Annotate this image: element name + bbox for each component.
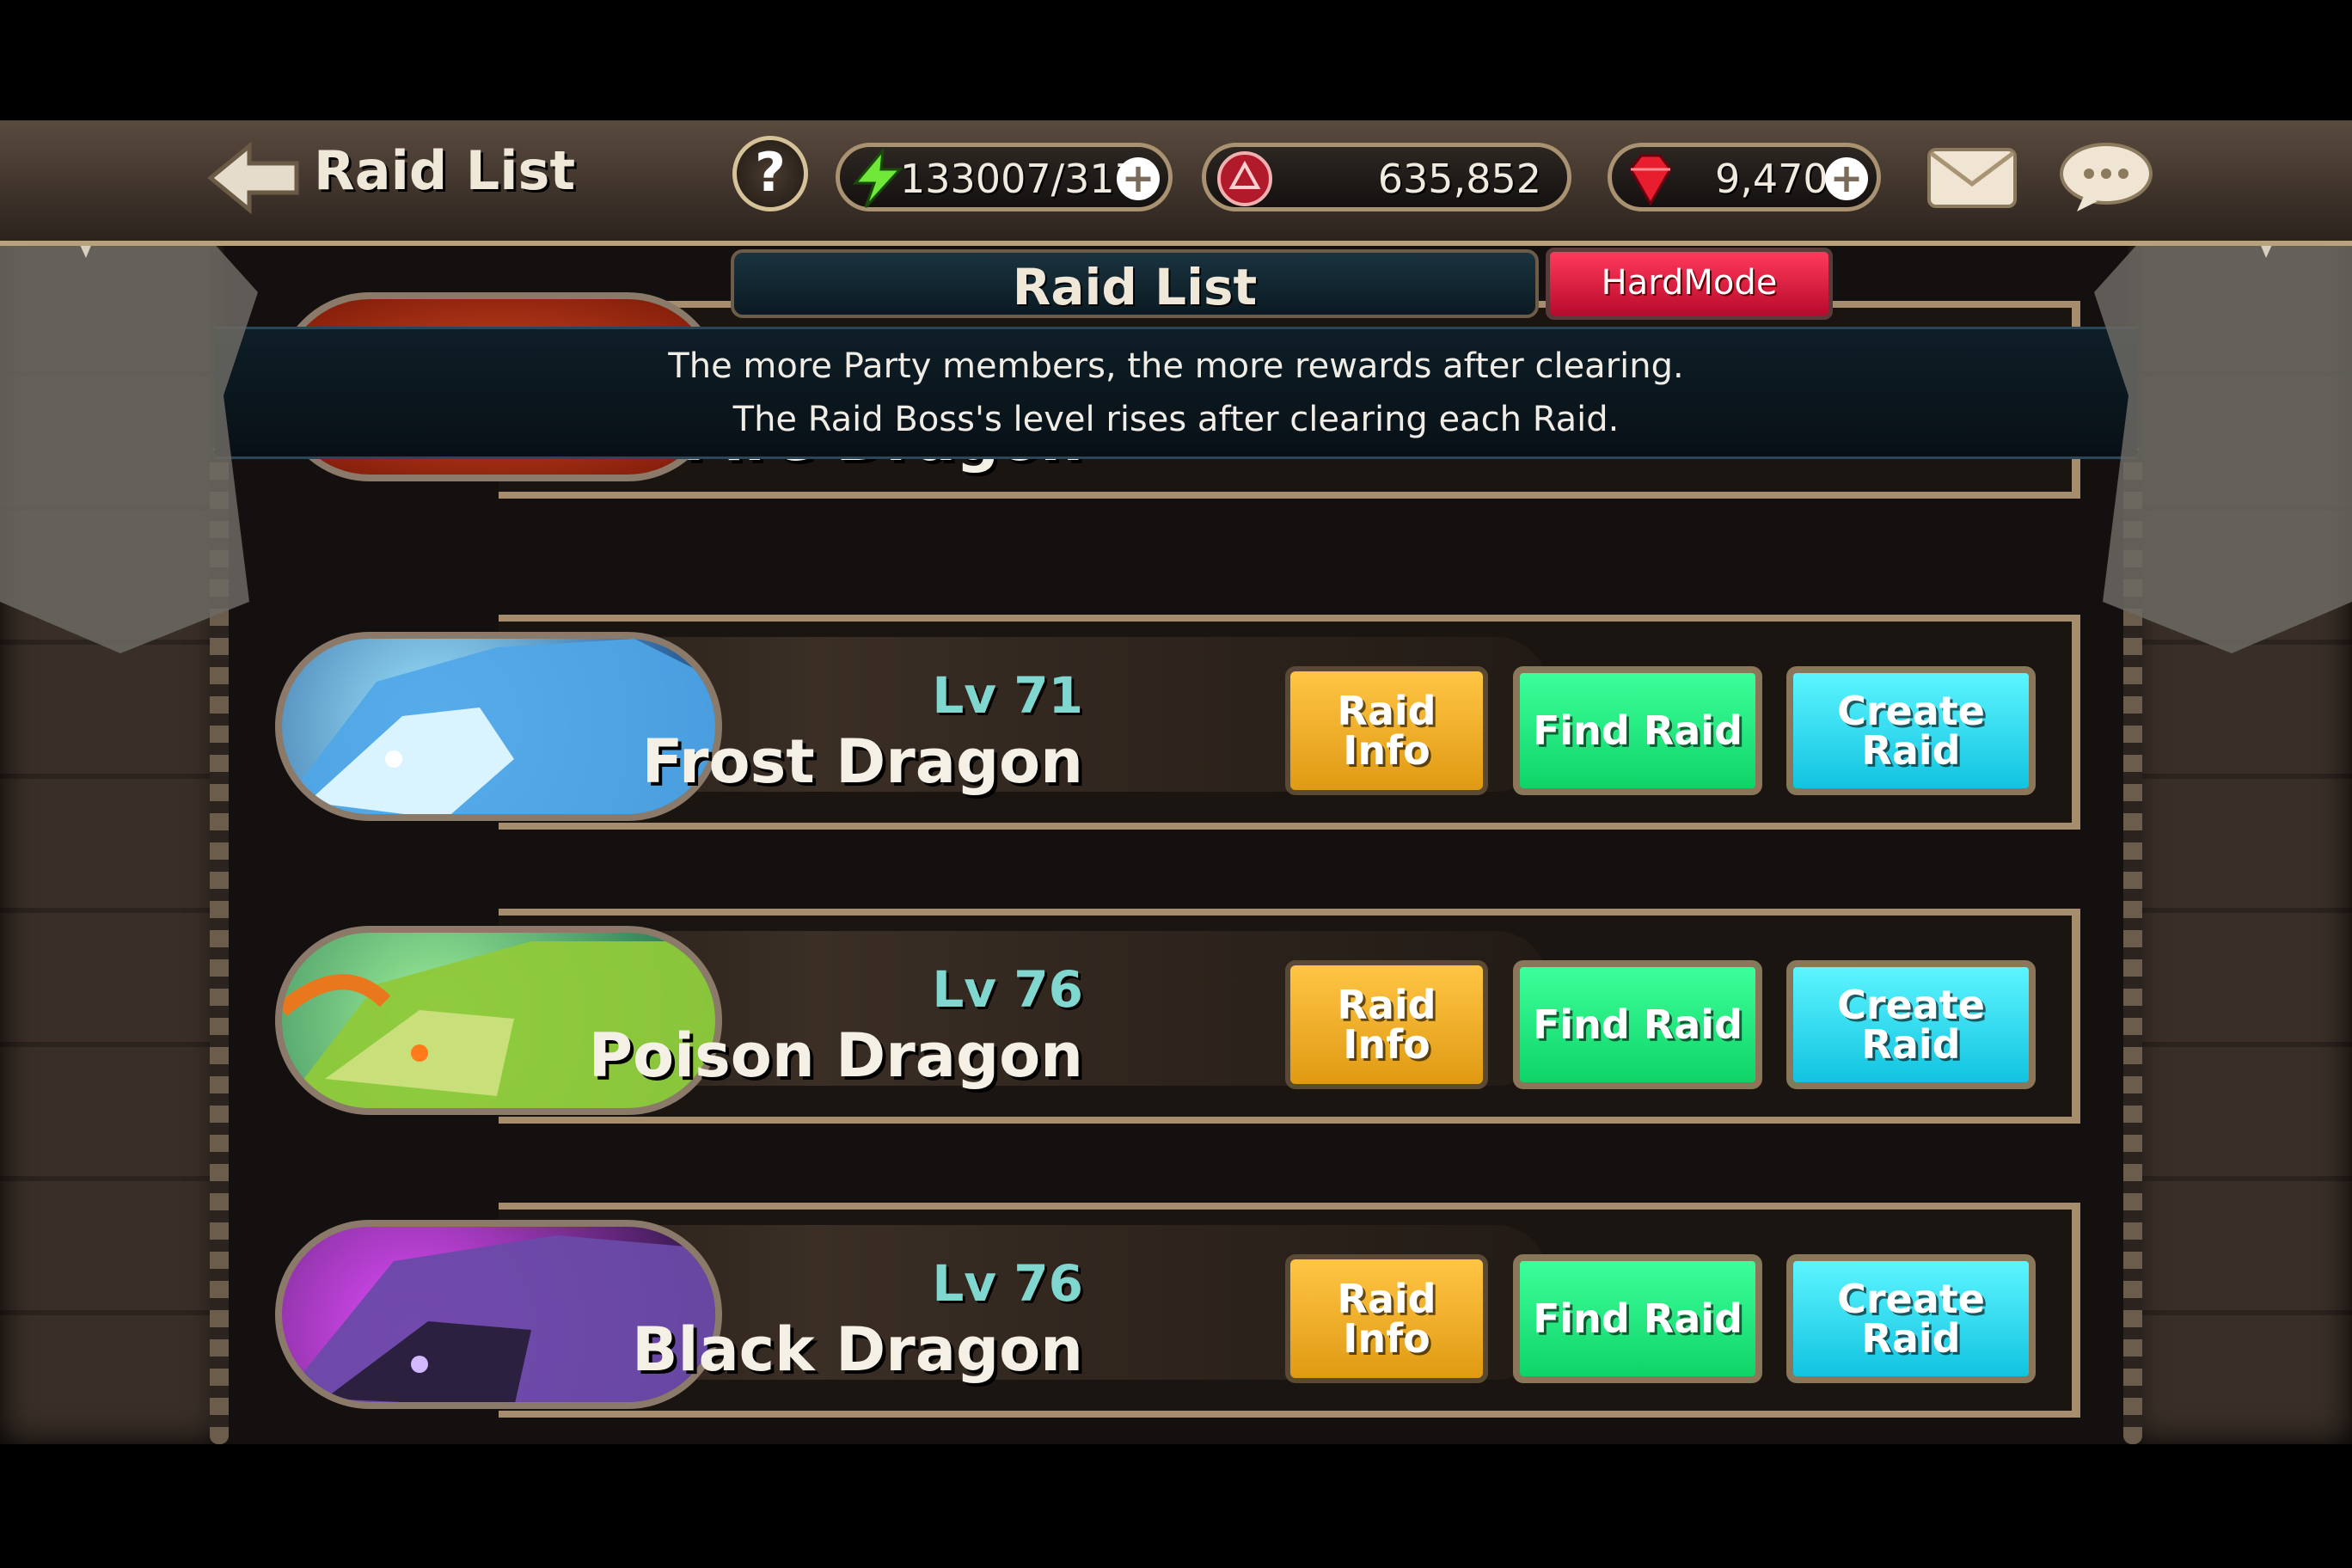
stamina-counter: 133007/317 + — [836, 143, 1173, 211]
top-bar: Raid List ? 133007/317 + 635,852 9,470 + — [0, 120, 2352, 246]
info-line-1: The more Party members, the more rewards… — [668, 346, 1684, 386]
find-raid-button[interactable]: Find Raid — [1513, 1254, 1762, 1383]
game-screen: Fire Dragon Lv 71 Frost Dragon RaidInfo … — [0, 120, 2352, 1444]
help-button[interactable]: ? — [732, 136, 808, 211]
ruby-gem-icon — [1629, 154, 1672, 207]
info-line-2: The Raid Boss's level rises after cleari… — [732, 400, 1620, 439]
raid-name: Frost Dragon — [641, 726, 1083, 797]
raid-info-button[interactable]: Raid Info — [1285, 960, 1488, 1089]
raid-row-black-dragon: Lv 76 Black Dragon Raid Info Find Raid Cr… — [275, 1185, 2080, 1418]
crest-coin-icon — [1217, 151, 1272, 206]
create-raid-button[interactable]: Create Raid — [1786, 960, 2036, 1089]
raid-level: Lv 76 — [932, 960, 1083, 1019]
find-raid-button[interactable]: Find Raid — [1513, 960, 1762, 1089]
raid-row-poison-dragon: Lv 76 Poison Dragon Raid Info Find Raid C… — [275, 891, 2080, 1124]
add-stamina-button[interactable]: + — [1117, 157, 1160, 200]
stamina-value: 133007/317 — [900, 156, 1140, 202]
hardmode-button[interactable]: HardMode — [1546, 248, 1833, 320]
raid-info-button[interactable]: Raid Info — [1285, 666, 1488, 795]
raid-row-frost-dragon: Lv 71 Frost Dragon Raid Info Find Raid Cr… — [275, 597, 2080, 830]
gold-counter: 635,852 — [1202, 143, 1571, 211]
create-raid-button[interactable]: Create Raid — [1786, 666, 2036, 795]
gold-value: 635,852 — [1377, 156, 1541, 202]
raid-level: Lv 76 — [932, 1254, 1083, 1313]
raid-name: Black Dragon — [632, 1314, 1083, 1385]
find-raid-button[interactable]: Find Raid — [1513, 666, 1762, 795]
raid-info-button[interactable]: Raid Info — [1285, 1254, 1488, 1383]
raid-list-header: Raid List — [731, 249, 1539, 318]
raid-info-strip: The more Party members, the more rewards… — [215, 327, 2137, 459]
page-title: Raid List — [314, 139, 576, 202]
create-raid-button[interactable]: Create Raid — [1786, 1254, 2036, 1383]
ruby-counter: 9,470 + — [1608, 143, 1881, 211]
speech-bubble-icon[interactable] — [2058, 141, 2154, 213]
add-rubies-button[interactable]: + — [1825, 157, 1868, 200]
envelope-icon[interactable] — [1926, 144, 2018, 210]
raid-list-header-title: Raid List — [1012, 258, 1258, 316]
back-arrow-icon[interactable] — [202, 139, 305, 217]
raid-name: Poison Dragon — [588, 1020, 1083, 1091]
ruby-value: 9,470 — [1715, 156, 1828, 202]
raid-level: Lv 71 — [932, 666, 1083, 725]
